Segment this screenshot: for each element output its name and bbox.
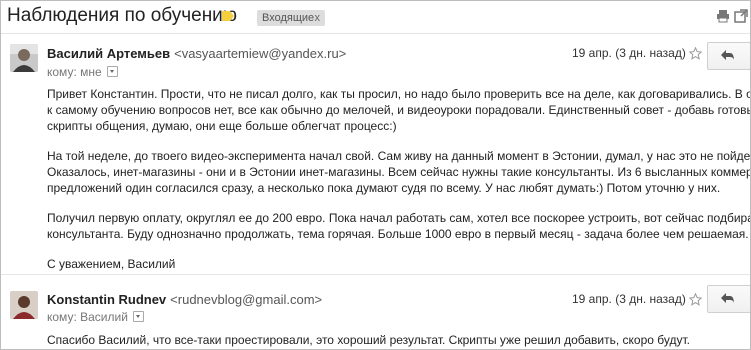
- message-2: Konstantin Rudnev <rudnevblog@gmail.com> …: [1, 275, 750, 349]
- recipient-line: кому: Василий: [47, 310, 144, 324]
- body-line: Спасибо Василий, что все-таки проестиров…: [47, 333, 691, 347]
- recipient-label: кому: мне: [47, 65, 102, 79]
- message-1: Василий Артемьев <vasyaartemiew@yandex.ru…: [1, 34, 750, 274]
- message-date: 19 апр. (3 дн. назад): [572, 292, 686, 306]
- message-body: Привет Константин. Прости, что не писал …: [47, 86, 751, 272]
- chevron-down-icon[interactable]: [106, 66, 118, 77]
- body-line: Получил первую оплату, округлял ее до 20…: [47, 211, 751, 225]
- new-window-icon[interactable]: [734, 9, 748, 23]
- body-line: консультанта. Буду однозначно продолжать…: [47, 227, 749, 241]
- thread-subject: Наблюдения по обучению: [7, 5, 238, 26]
- body-line: На той неделе, до твоего видео-экспериме…: [47, 149, 751, 163]
- reply-button[interactable]: [707, 285, 750, 313]
- avatar[interactable]: [10, 291, 38, 319]
- body-line: к самому обучению вопросов нет, все как …: [47, 103, 751, 117]
- recipient-label: кому: Василий: [47, 310, 128, 324]
- sender: Konstantin Rudnev <rudnevblog@gmail.com>: [47, 292, 322, 307]
- sender: Василий Артемьев <vasyaartemiew@yandex.ru…: [47, 46, 346, 61]
- body-line: Привет Константин. Прости, что не писал …: [47, 87, 751, 101]
- body-line: скрипты общения, думаю, они еще больше о…: [47, 119, 397, 133]
- inbox-label-chip: Входящие x: [257, 10, 325, 26]
- star-icon[interactable]: [689, 293, 702, 306]
- email-thread-view: Наблюдения по обучению Входящие x Васили…: [0, 0, 751, 350]
- star-icon[interactable]: [689, 47, 702, 60]
- inbox-label-text: Входящие: [262, 12, 315, 24]
- message-body: Спасибо Василий, что все-таки проестиров…: [47, 332, 749, 348]
- reply-icon: [721, 293, 734, 304]
- sender-email[interactable]: <rudnevblog@gmail.com>: [170, 292, 322, 307]
- reply-button[interactable]: [707, 42, 750, 70]
- signature-line: С уважением, Василий: [47, 257, 176, 271]
- label-tag-icon[interactable]: [222, 11, 234, 21]
- body-line: Оказалось, инет-магазины - они и в Эстон…: [47, 165, 751, 179]
- sender-name[interactable]: Konstantin Rudnev: [47, 292, 166, 307]
- thread-header: Наблюдения по обучению Входящие x: [1, 1, 750, 33]
- sender-email[interactable]: <vasyaartemiew@yandex.ru>: [174, 46, 346, 61]
- chevron-down-icon[interactable]: [132, 311, 144, 322]
- recipient-line: кому: мне: [47, 65, 118, 79]
- avatar[interactable]: [10, 44, 38, 72]
- sender-name[interactable]: Василий Артемьев: [47, 46, 170, 61]
- body-line: предложений один согласился сразу, а нес…: [47, 181, 721, 195]
- remove-label-button[interactable]: x: [315, 10, 321, 26]
- print-icon[interactable]: [716, 9, 730, 23]
- message-date: 19 апр. (3 дн. назад): [572, 46, 686, 60]
- reply-icon: [721, 50, 734, 61]
